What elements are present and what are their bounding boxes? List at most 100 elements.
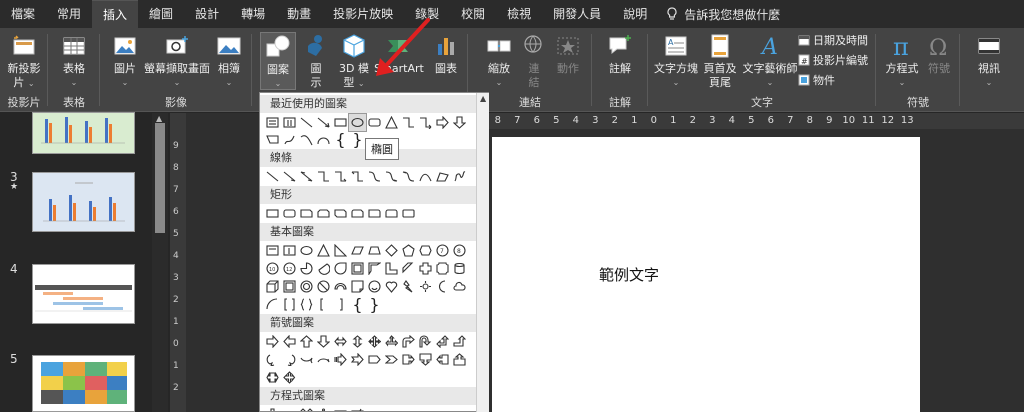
tab-home[interactable]: 常用: [46, 0, 92, 28]
shape-left-arrow[interactable]: [281, 333, 298, 350]
shape-curved-double-arrow[interactable]: [400, 168, 417, 185]
shape-half-frame[interactable]: [366, 260, 383, 277]
shape-rectangle[interactable]: [332, 114, 349, 131]
shape-arc[interactable]: [264, 296, 281, 313]
shape-not-equal[interactable]: [349, 406, 366, 411]
shape-u-turn-arrow[interactable]: [417, 333, 434, 350]
slide-thumbnail[interactable]: [32, 264, 135, 324]
shape-left-brace[interactable]: {: [332, 130, 349, 149]
shape-line[interactable]: [264, 168, 281, 185]
scroll-up-icon[interactable]: ▲: [480, 94, 486, 103]
album-button[interactable]: 相簿 ⌄: [212, 32, 246, 90]
shape-elbow-double-arrow[interactable]: [349, 168, 366, 185]
wordart-button[interactable]: A 文字藝術師 ⌄: [742, 32, 798, 90]
datetime-button[interactable]: 日期及時間: [798, 32, 868, 48]
shape-oval[interactable]: [298, 242, 315, 259]
shape-chord[interactable]: [315, 260, 332, 277]
tab-draw[interactable]: 繪圖: [138, 0, 184, 28]
scrollbar-thumb[interactable]: [155, 123, 165, 233]
shape-vertical-textbox[interactable]: [281, 242, 298, 259]
shape-no-symbol[interactable]: [315, 278, 332, 295]
screenshot-button[interactable]: 螢幕擷取畫面 ⌄: [144, 32, 210, 90]
shape-double-arrow-line[interactable]: [298, 168, 315, 185]
shape-diamond[interactable]: [383, 242, 400, 259]
shape-elbow-connector[interactable]: [315, 168, 332, 185]
shape-cross[interactable]: [417, 260, 434, 277]
shape-dodecagon[interactable]: 12: [281, 260, 298, 277]
shape-lightning-bolt[interactable]: [400, 278, 417, 295]
shape-pentagon-arrow[interactable]: [366, 351, 383, 368]
shape-right-brace[interactable]: }: [366, 295, 383, 314]
tab-insert[interactable]: 插入: [92, 0, 139, 28]
shape-freeform[interactable]: [434, 168, 451, 185]
tell-me-box[interactable]: 告訴我您想做什麼: [658, 6, 780, 23]
shape-divide[interactable]: [315, 406, 332, 411]
shape-rectangle[interactable]: [264, 205, 281, 222]
shape-hexagon[interactable]: [417, 242, 434, 259]
slide-thumbnail[interactable]: [32, 355, 135, 412]
header-footer-button[interactable]: 頁首及 頁尾: [702, 32, 738, 90]
shape-up-arrow[interactable]: [298, 333, 315, 350]
shape-curved-left-arrow[interactable]: [281, 351, 298, 368]
icons-button[interactable]: 圖 示: [302, 32, 330, 90]
shape-oval[interactable]: [348, 113, 367, 132]
shape-left-right-arrow-callout[interactable]: [264, 369, 281, 386]
shape-snip-corner-rect[interactable]: [298, 205, 315, 222]
shapes-button[interactable]: 圖案 ⌄: [260, 32, 296, 90]
tab-design[interactable]: 設計: [184, 0, 230, 28]
slide-thumbnail[interactable]: [32, 172, 135, 232]
shape-bent-up-arrow[interactable]: [451, 333, 468, 350]
shape-rounded-rect[interactable]: [366, 114, 383, 131]
shape-striped-right-arrow[interactable]: [332, 351, 349, 368]
shape-arc[interactable]: [315, 131, 332, 148]
shape-textbox[interactable]: [264, 242, 281, 259]
shape-right-arrow[interactable]: [264, 333, 281, 350]
shape-elbow-connector[interactable]: [400, 114, 417, 131]
tab-file[interactable]: 檔案: [0, 0, 46, 28]
shape-pentagon[interactable]: [400, 242, 417, 259]
shape-left-bracket[interactable]: [315, 296, 332, 313]
tab-developer[interactable]: 開發人員: [542, 0, 612, 28]
shape-parallelogram[interactable]: [349, 242, 366, 259]
shape-down-arrow[interactable]: [451, 114, 468, 131]
shape-left-right-up-arrow[interactable]: [383, 333, 400, 350]
shape-textbox[interactable]: [264, 114, 281, 131]
shape-right-arrow[interactable]: [434, 114, 451, 131]
equation-button[interactable]: π 方程式 ⌄: [882, 32, 922, 90]
shape-elbow-arrow[interactable]: [417, 114, 434, 131]
shape-left-brace[interactable]: {: [349, 295, 366, 314]
shape-round-corner-rect[interactable]: [366, 205, 383, 222]
shape-flowchart[interactable]: [264, 131, 281, 148]
shape-elbow-arrow[interactable]: [332, 168, 349, 185]
shape-right-brace[interactable]: }: [349, 130, 366, 149]
shape-left-arrow-callout[interactable]: [434, 351, 451, 368]
video-button[interactable]: 視訊 ⌄: [972, 32, 1006, 90]
shape-can[interactable]: [451, 260, 468, 277]
shape-curve[interactable]: [298, 131, 315, 148]
shape-pie[interactable]: [298, 260, 315, 277]
shape-line[interactable]: [298, 114, 315, 131]
shape-curved-connector[interactable]: [366, 168, 383, 185]
slide-thumbnail[interactable]: [32, 112, 135, 154]
shape-plus[interactable]: [264, 406, 281, 411]
shape-notched-right-arrow[interactable]: [349, 351, 366, 368]
shape-folded-corner[interactable]: [349, 278, 366, 295]
slide-number-button[interactable]: # 投影片編號: [798, 52, 868, 68]
shape-decagon[interactable]: 10: [264, 260, 281, 277]
shape-up-arrow-callout[interactable]: [451, 351, 468, 368]
shape-chevron[interactable]: [383, 351, 400, 368]
shape-round-diagonal-rect[interactable]: [400, 205, 417, 222]
shape-quad-arrow-callout[interactable]: [281, 369, 298, 386]
shape-vertical-textbox[interactable]: [281, 114, 298, 131]
shape-l-shape[interactable]: [383, 260, 400, 277]
shape-block-arc[interactable]: [332, 278, 349, 295]
tab-animations[interactable]: 動畫: [276, 0, 322, 28]
shape-cube[interactable]: [264, 278, 281, 295]
shape-double-bracket[interactable]: [281, 296, 298, 313]
action-button[interactable]: 動作: [552, 32, 584, 76]
zoom-button[interactable]: 縮放 ⌄: [482, 32, 516, 90]
link-button[interactable]: 連 結: [520, 32, 548, 90]
tab-view[interactable]: 檢視: [496, 0, 542, 28]
shape-multiply[interactable]: [298, 406, 315, 411]
shape-diagonal-stripe[interactable]: [400, 260, 417, 277]
